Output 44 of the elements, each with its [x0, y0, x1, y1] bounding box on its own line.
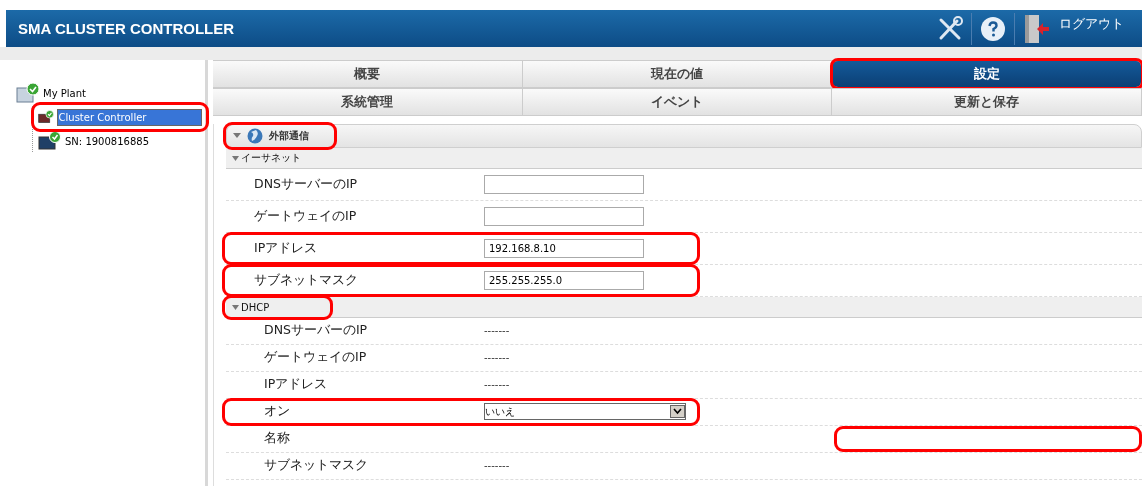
field-label: IPアドレス	[263, 376, 329, 394]
tree-item[interactable]: Cluster Controller	[56, 108, 202, 126]
caret-icon	[232, 304, 239, 310]
tab[interactable]: 現在の値	[522, 60, 833, 88]
field-label: 名称	[263, 430, 291, 448]
field-label: オン	[263, 403, 291, 421]
caret-icon	[232, 155, 239, 161]
field-label: ゲートウェイのIP	[253, 208, 358, 225]
input-field[interactable]	[484, 175, 644, 194]
field-label: DNSサーバーのIP	[263, 322, 369, 340]
door-arrow-icon[interactable]	[1023, 13, 1051, 44]
group-title: イーサネット	[241, 151, 301, 165]
tree-item[interactable]: My Plant	[42, 87, 87, 99]
tree-item[interactable]: SN: 1900816885	[64, 135, 150, 147]
device-icon	[38, 131, 62, 151]
input-field[interactable]: 192.168.8.10	[484, 239, 644, 258]
input-field[interactable]: 255.255.255.0	[484, 271, 644, 290]
caret-icon	[233, 133, 241, 139]
group-title: DHCP	[241, 301, 270, 313]
app-title: SMA CLUSTER CONTROLLER	[18, 20, 235, 37]
tab[interactable]: イベント	[522, 88, 833, 116]
tab[interactable]: 設定	[832, 60, 1142, 88]
logout-link[interactable]: ログアウト	[1059, 16, 1124, 33]
plant-icon	[16, 82, 40, 104]
field-value: -------	[484, 379, 510, 391]
help-icon[interactable]	[980, 15, 1006, 42]
tab[interactable]: 概要	[213, 60, 523, 88]
field-value: -------	[484, 325, 510, 337]
tab[interactable]: 更新と保存	[832, 88, 1142, 116]
field-label: IPアドレス	[253, 240, 319, 257]
tab[interactable]: 系統管理	[213, 88, 523, 116]
globe-icon	[247, 128, 263, 144]
wrench-screwdriver-icon[interactable]	[937, 15, 963, 42]
field-label: DNSサーバーのIP	[253, 176, 359, 193]
field-label: サブネットマスク	[253, 272, 359, 289]
field-value: -------	[484, 460, 510, 472]
section-header[interactable]: 外部通信	[226, 124, 1142, 148]
field-label: サブネットマスク	[263, 457, 369, 475]
field-value: -------	[484, 352, 510, 364]
group-header[interactable]: イーサネット	[226, 148, 1142, 169]
field-label: ゲートウェイのIP	[263, 349, 368, 367]
input-field[interactable]	[484, 207, 644, 226]
section-title: 外部通信	[269, 129, 309, 143]
dropdown[interactable]: いいえ	[484, 403, 686, 421]
